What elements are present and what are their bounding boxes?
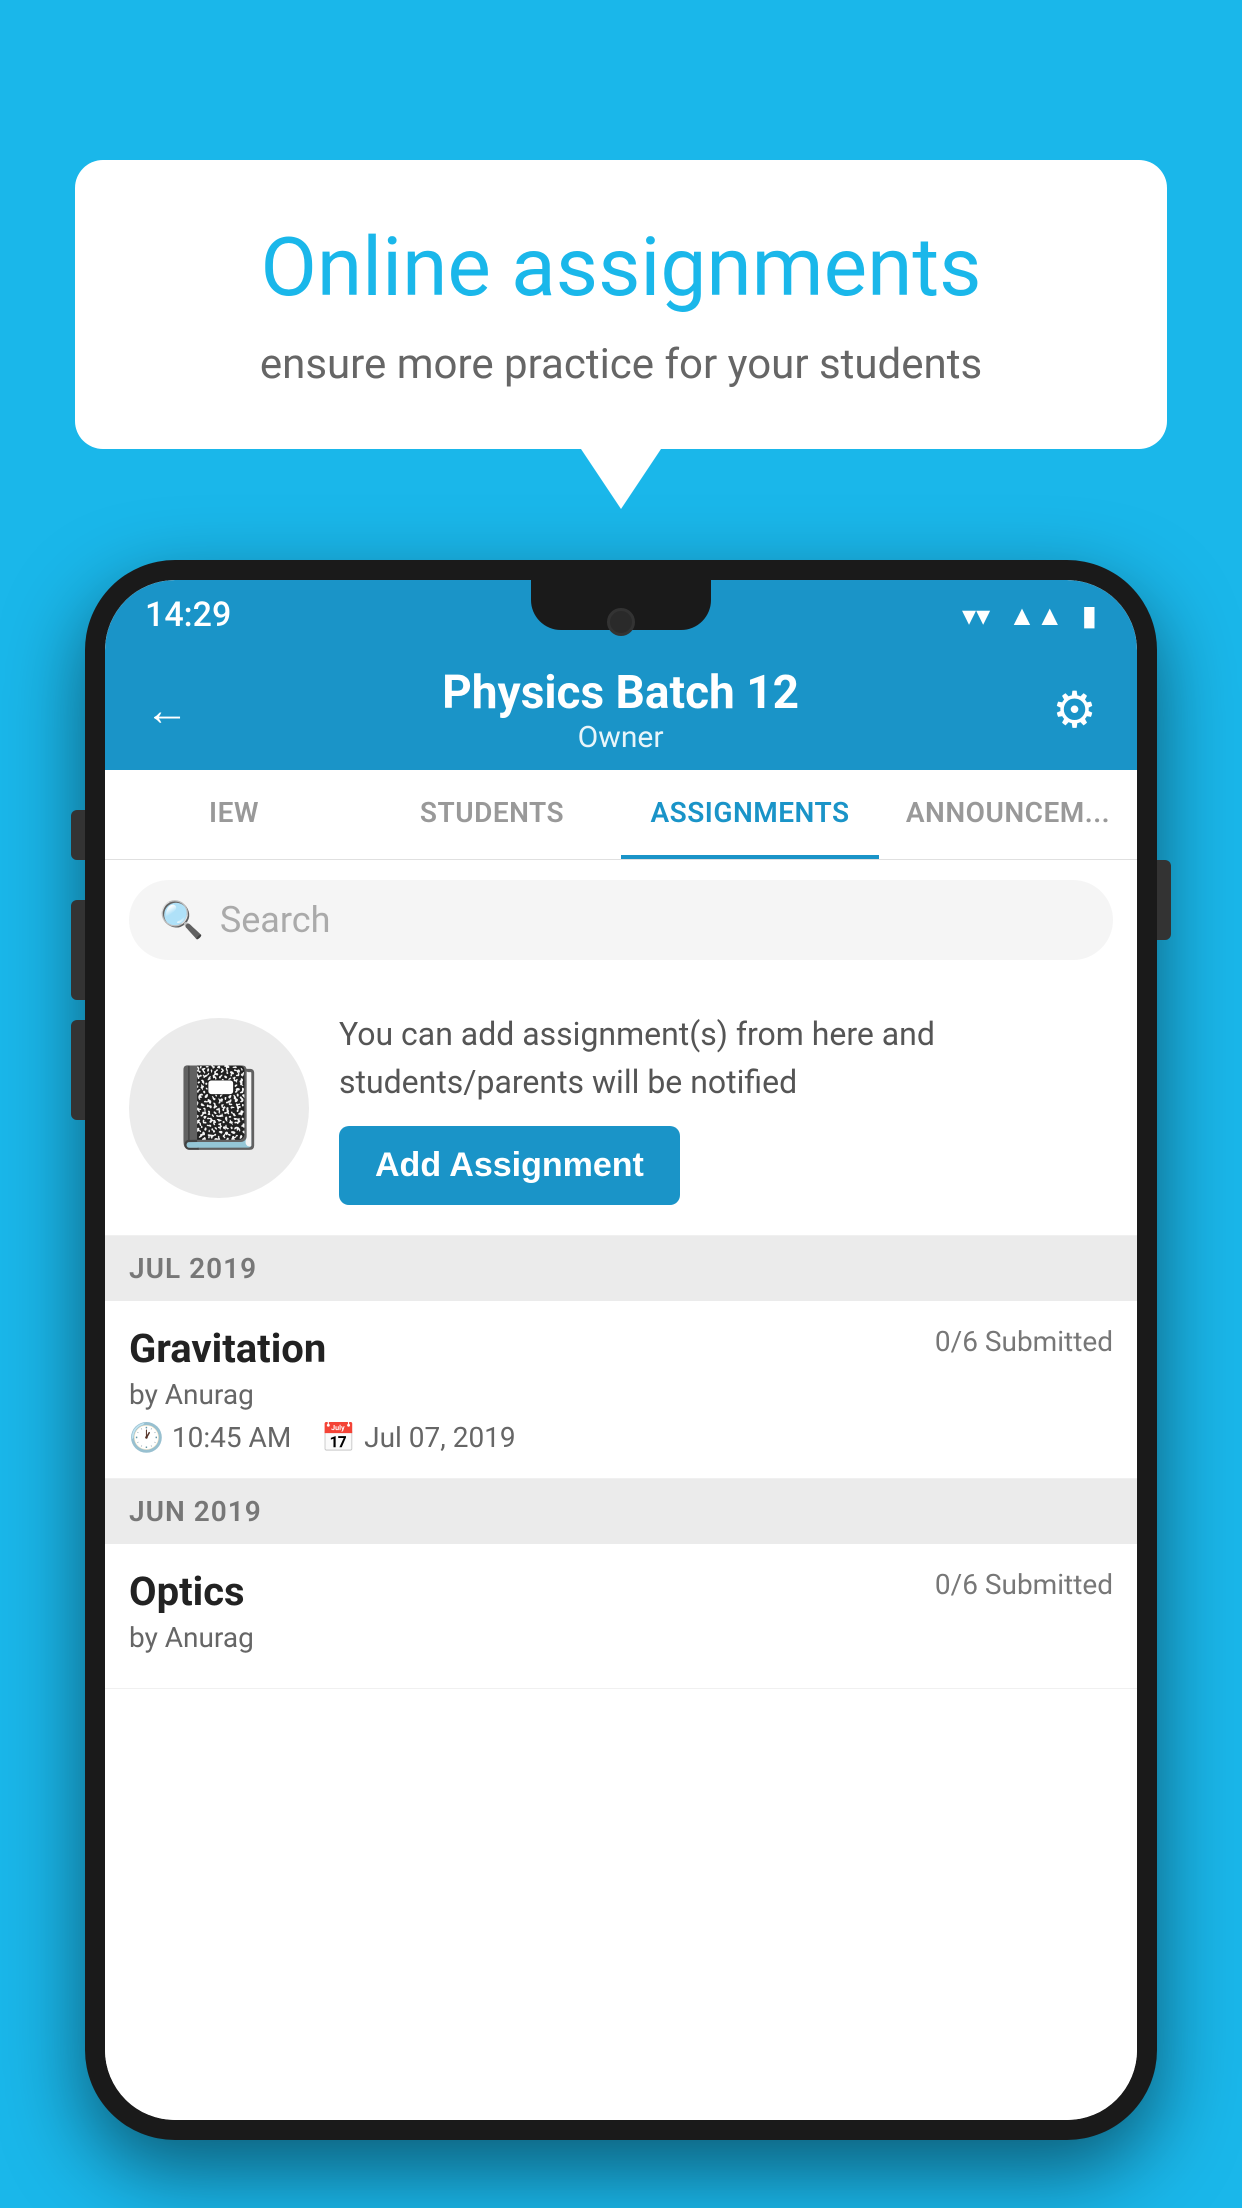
notebook-icon: 📓 bbox=[169, 1061, 269, 1155]
phone-mockup: 14:29 ▾▾ ▲▲ ▮ ← Physics Batch 12 Owner ⚙ bbox=[85, 560, 1157, 2208]
speech-bubble-subtitle: ensure more practice for your students bbox=[145, 340, 1097, 389]
status-icons: ▾▾ ▲▲ ▮ bbox=[962, 599, 1097, 632]
promo-icon-circle: 📓 bbox=[129, 1018, 309, 1198]
phone-notch bbox=[531, 580, 711, 630]
phone-camera bbox=[607, 608, 635, 636]
assignment-author: by Anurag bbox=[129, 1378, 1113, 1411]
speech-bubble-title: Online assignments bbox=[145, 220, 1097, 316]
search-bar[interactable]: 🔍 Search bbox=[129, 880, 1113, 960]
assignment-submitted: 0/6 Submitted bbox=[935, 1325, 1113, 1358]
screen-content: 🔍 Search 📓 You can add assignment(s) fro… bbox=[105, 860, 1137, 2120]
phone-frame: 14:29 ▾▾ ▲▲ ▮ ← Physics Batch 12 Owner ⚙ bbox=[85, 560, 1157, 2140]
phone-screen: 14:29 ▾▾ ▲▲ ▮ ← Physics Batch 12 Owner ⚙ bbox=[105, 580, 1137, 2120]
clock-icon: 🕐 bbox=[129, 1421, 164, 1454]
assignment-submitted-optics: 0/6 Submitted bbox=[935, 1568, 1113, 1601]
promo-section: 📓 You can add assignment(s) from here an… bbox=[105, 980, 1137, 1236]
assignment-time: 🕐 10:45 AM bbox=[129, 1421, 291, 1454]
app-header: ← Physics Batch 12 Owner ⚙ bbox=[105, 650, 1137, 770]
speech-bubble-arrow bbox=[581, 449, 661, 509]
search-placeholder: Search bbox=[220, 899, 331, 941]
assignment-header: Gravitation 0/6 Submitted bbox=[129, 1325, 1113, 1372]
battery-icon: ▮ bbox=[1082, 599, 1097, 632]
month-separator-jun: JUN 2019 bbox=[105, 1479, 1137, 1544]
volume-down-button bbox=[71, 1020, 85, 1120]
month-separator-jul: JUL 2019 bbox=[105, 1236, 1137, 1301]
assignment-title: Gravitation bbox=[129, 1325, 326, 1372]
promo-text-area: You can add assignment(s) from here and … bbox=[339, 1010, 1113, 1205]
status-time: 14:29 bbox=[145, 595, 231, 635]
speech-bubble: Online assignments ensure more practice … bbox=[75, 160, 1167, 449]
tab-students[interactable]: STUDENTS bbox=[363, 770, 621, 859]
assignment-meta: 🕐 10:45 AM 📅 Jul 07, 2019 bbox=[129, 1421, 1113, 1454]
search-icon: 🔍 bbox=[159, 899, 204, 941]
assignment-item-optics[interactable]: Optics 0/6 Submitted by Anurag bbox=[105, 1544, 1137, 1689]
assignment-date: 📅 Jul 07, 2019 bbox=[321, 1421, 515, 1454]
header-title: Physics Batch 12 bbox=[442, 666, 799, 720]
tab-announcements[interactable]: ANNOUNCEM... bbox=[879, 770, 1137, 859]
settings-icon[interactable]: ⚙ bbox=[1052, 681, 1097, 740]
assignment-item-gravitation[interactable]: Gravitation 0/6 Submitted by Anurag 🕐 10… bbox=[105, 1301, 1137, 1479]
assignment-header-optics: Optics 0/6 Submitted bbox=[129, 1568, 1113, 1615]
promo-description: You can add assignment(s) from here and … bbox=[339, 1010, 1113, 1106]
tab-iew[interactable]: IEW bbox=[105, 770, 363, 859]
assignment-author-optics: by Anurag bbox=[129, 1621, 1113, 1654]
header-center: Physics Batch 12 Owner bbox=[442, 666, 799, 755]
signal-icon: ▲▲ bbox=[1008, 599, 1063, 632]
power-button bbox=[1157, 860, 1171, 940]
speech-bubble-section: Online assignments ensure more practice … bbox=[75, 160, 1167, 509]
wifi-icon: ▾▾ bbox=[962, 599, 990, 632]
calendar-icon: 📅 bbox=[321, 1421, 356, 1454]
assignment-title-optics: Optics bbox=[129, 1568, 245, 1615]
tab-bar: IEW STUDENTS ASSIGNMENTS ANNOUNCEM... bbox=[105, 770, 1137, 860]
search-container: 🔍 Search bbox=[105, 860, 1137, 980]
volume-up-button bbox=[71, 900, 85, 1000]
silent-button bbox=[71, 810, 85, 860]
header-subtitle: Owner bbox=[442, 720, 799, 755]
back-button[interactable]: ← bbox=[145, 684, 189, 736]
add-assignment-button[interactable]: Add Assignment bbox=[339, 1126, 680, 1205]
tab-assignments[interactable]: ASSIGNMENTS bbox=[621, 770, 879, 859]
